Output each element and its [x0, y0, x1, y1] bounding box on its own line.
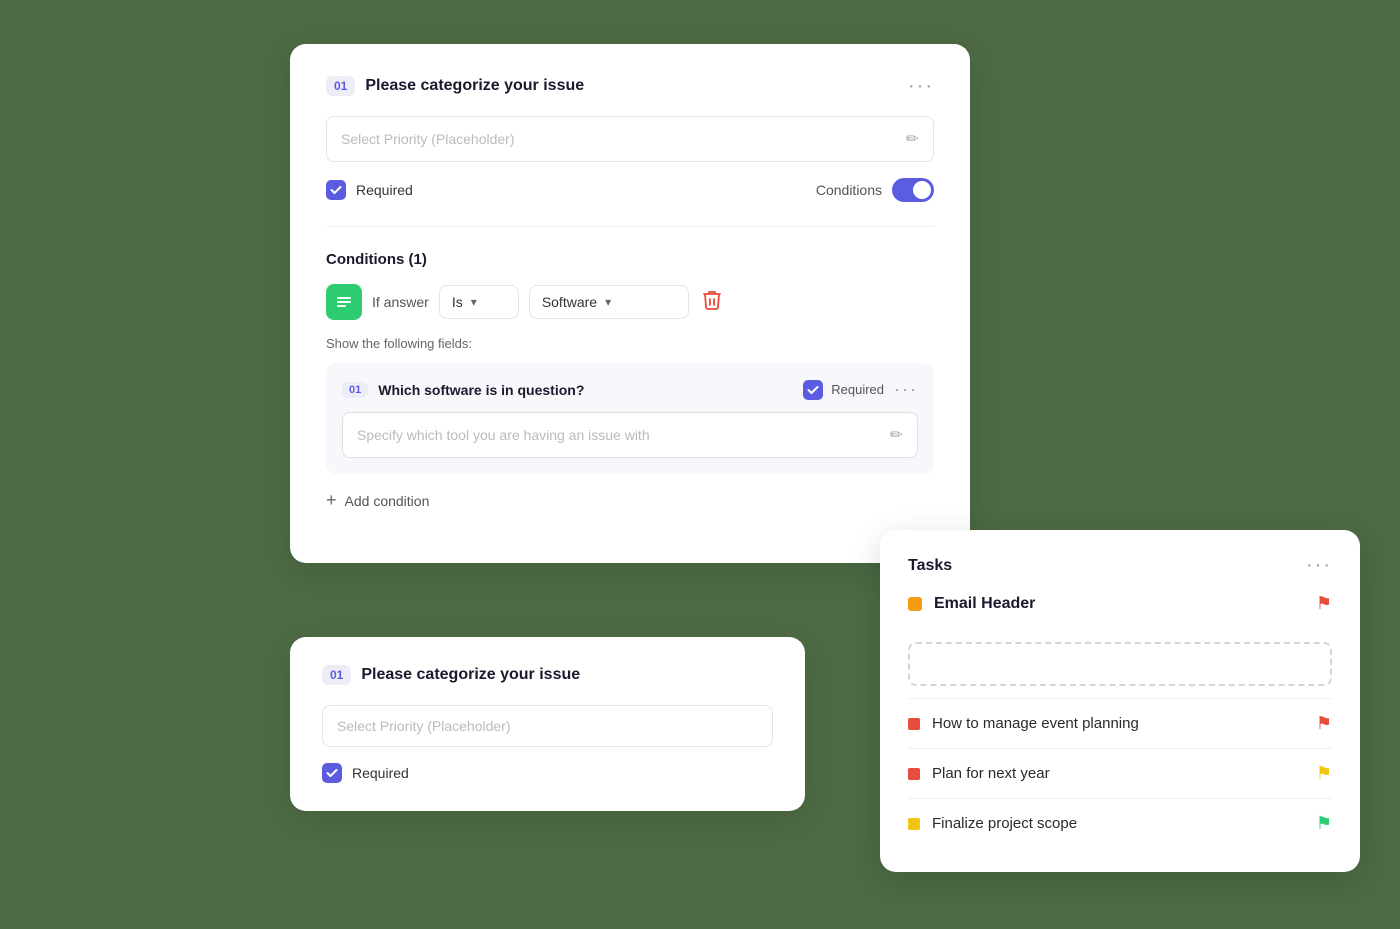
nested-edit-icon[interactable]: ✏	[890, 425, 903, 445]
email-header-item: Email Header ⚑	[908, 593, 1332, 626]
condition-icon	[326, 284, 362, 320]
conditions-toggle[interactable]	[892, 178, 934, 202]
second-section-title-text: Please categorize your issue	[361, 666, 580, 684]
conditions-title: Conditions (1)	[326, 251, 934, 268]
task-3-flag-icon: ⚑	[1316, 813, 1332, 834]
second-priority-input-row[interactable]: Select Priority (Placeholder)	[322, 705, 773, 747]
task-item-2: Plan for next year ⚑	[908, 748, 1332, 798]
nested-required-checkbox[interactable]	[803, 380, 823, 400]
task-2-label: Plan for next year	[932, 765, 1304, 782]
email-header-label: Email Header	[934, 595, 1304, 613]
more-options-button[interactable]: ···	[908, 76, 934, 96]
tasks-title: Tasks	[908, 557, 952, 575]
is-dropdown-value: Is	[452, 294, 463, 310]
task-3-dot	[908, 818, 920, 830]
nested-more-button[interactable]: ···	[894, 379, 918, 400]
main-form-card: 01 Please categorize your issue ··· Sele…	[290, 44, 970, 563]
second-step-badge: 01	[322, 665, 351, 685]
task-item-1: How to manage event planning ⚑	[908, 698, 1332, 748]
tasks-panel: Tasks ··· Email Header ⚑ How to manage e…	[880, 530, 1360, 872]
task-2-flag-icon: ⚑	[1316, 763, 1332, 784]
is-chevron-icon: ▾	[471, 295, 477, 309]
software-chevron-icon: ▾	[605, 295, 611, 309]
drop-zone[interactable]	[908, 642, 1332, 686]
task-2-dot	[908, 768, 920, 780]
add-condition-label: Add condition	[345, 493, 430, 509]
section-title: 01 Please categorize your issue	[326, 76, 584, 96]
show-fields-label: Show the following fields:	[326, 336, 934, 351]
email-header-flag-icon: ⚑	[1316, 593, 1332, 614]
required-left: Required	[326, 180, 413, 200]
nested-field-title: Which software is in question?	[378, 382, 793, 398]
condition-row: If answer Is ▾ Software ▾	[326, 284, 934, 320]
tasks-header: Tasks ···	[908, 554, 1332, 577]
second-section-title: 01 Please categorize your issue	[322, 665, 580, 685]
nested-field-header: 01 Which software is in question? Requir…	[342, 379, 918, 400]
section-header: 01 Please categorize your issue ···	[326, 76, 934, 96]
second-required-checkbox[interactable]	[322, 763, 342, 783]
is-dropdown[interactable]: Is ▾	[439, 285, 519, 319]
nested-step-badge: 01	[342, 382, 368, 398]
conditions-right: Conditions	[816, 178, 934, 202]
second-section-header: 01 Please categorize your issue	[322, 665, 773, 685]
task-3-label: Finalize project scope	[932, 815, 1304, 832]
edit-icon[interactable]: ✏	[906, 129, 919, 149]
priority-input-row[interactable]: Select Priority (Placeholder) ✏	[326, 116, 934, 162]
tasks-more-button[interactable]: ···	[1306, 554, 1332, 577]
second-required-label: Required	[352, 765, 409, 781]
nested-placeholder: Specify which tool you are having an iss…	[357, 427, 890, 443]
required-label: Required	[356, 182, 413, 198]
toggle-knob	[913, 181, 931, 199]
plus-icon: +	[326, 490, 337, 511]
task-1-flag-icon: ⚑	[1316, 713, 1332, 734]
email-header-dot	[908, 597, 922, 611]
second-required-row: Required	[322, 763, 773, 783]
task-item-3: Finalize project scope ⚑	[908, 798, 1332, 848]
task-1-dot	[908, 718, 920, 730]
if-answer-label: If answer	[372, 294, 429, 310]
second-priority-placeholder: Select Priority (Placeholder)	[337, 718, 758, 734]
step-badge: 01	[326, 76, 355, 96]
software-dropdown[interactable]: Software ▾	[529, 285, 689, 319]
software-dropdown-value: Software	[542, 294, 597, 310]
conditions-section: Conditions (1) If answer Is ▾ Software ▾	[326, 251, 934, 515]
conditions-label: Conditions	[816, 182, 882, 198]
nested-input-row[interactable]: Specify which tool you are having an iss…	[342, 412, 918, 458]
nested-required-row: Required	[803, 380, 884, 400]
task-1-label: How to manage event planning	[932, 715, 1304, 732]
section-title-text: Please categorize your issue	[365, 77, 584, 95]
delete-condition-button[interactable]	[699, 286, 725, 319]
required-conditions-row: Required Conditions	[326, 178, 934, 202]
add-condition-button[interactable]: + Add condition	[326, 486, 429, 515]
nested-field-card: 01 Which software is in question? Requir…	[326, 363, 934, 474]
required-checkbox[interactable]	[326, 180, 346, 200]
section-divider	[326, 226, 934, 227]
second-form-card: 01 Please categorize your issue Select P…	[290, 637, 805, 811]
priority-placeholder: Select Priority (Placeholder)	[341, 131, 906, 147]
nested-required-label: Required	[831, 382, 884, 397]
